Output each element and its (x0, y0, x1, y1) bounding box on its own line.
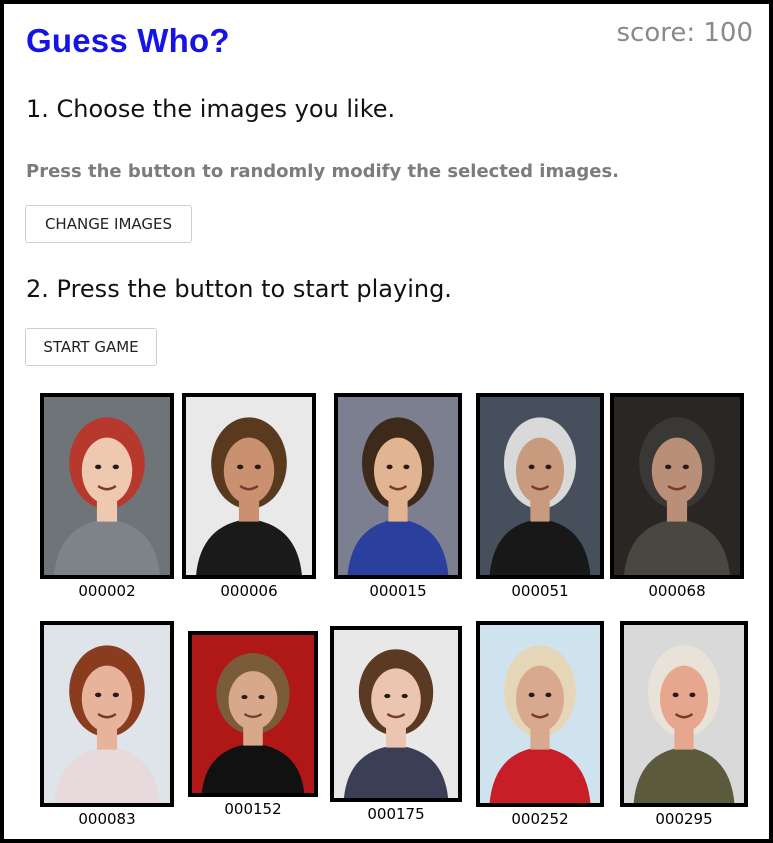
score-display: score: 100 (616, 18, 753, 48)
image-card: 000051 (473, 393, 607, 600)
step1-heading: 1. Choose the images you like. (26, 95, 396, 123)
portrait-image[interactable] (620, 621, 748, 807)
image-card: 000006 (182, 393, 316, 600)
image-id-label: 000002 (78, 582, 136, 600)
image-id-label: 000015 (369, 582, 427, 600)
image-id-label: 000006 (220, 582, 278, 600)
portrait-icon (186, 397, 312, 575)
portrait-image[interactable] (330, 626, 462, 802)
portrait-icon (44, 397, 170, 575)
image-card: 000083 (40, 621, 174, 828)
image-id-label: 000083 (78, 810, 136, 828)
portrait-icon (614, 397, 740, 575)
portrait-image[interactable] (334, 393, 462, 579)
portrait-icon (44, 625, 170, 803)
image-id-label: 000175 (367, 805, 425, 823)
portrait-icon (192, 635, 314, 793)
image-card: 000068 (610, 393, 744, 600)
image-id-label: 000051 (511, 582, 569, 600)
portrait-image[interactable] (476, 621, 604, 807)
image-card: 000015 (331, 393, 465, 600)
portrait-icon (480, 625, 600, 803)
app-title: Guess Who? (26, 22, 230, 59)
portrait-image[interactable] (188, 631, 318, 797)
image-id-label: 000068 (648, 582, 706, 600)
portrait-image[interactable] (610, 393, 744, 579)
step2-heading: 2. Press the button to start playing. (26, 275, 452, 303)
portrait-image[interactable] (40, 393, 174, 579)
score-label: score: 100 (616, 18, 753, 48)
portrait-image[interactable] (40, 621, 174, 807)
portrait-icon (334, 630, 458, 798)
image-card: 000152 (186, 631, 320, 818)
image-id-label: 000252 (511, 810, 569, 828)
image-id-label: 000152 (224, 800, 282, 818)
app-frame: Guess Who? score: 100 1. Choose the imag… (0, 0, 773, 843)
portrait-image[interactable] (182, 393, 316, 579)
image-id-label: 000295 (655, 810, 713, 828)
change-images-button[interactable]: CHANGE IMAGES (25, 205, 192, 243)
image-card: 000002 (40, 393, 174, 600)
portrait-icon (338, 397, 458, 575)
start-game-button[interactable]: START GAME (25, 328, 157, 366)
image-card: 000295 (617, 621, 751, 828)
portrait-icon (480, 397, 600, 575)
portrait-icon (624, 625, 744, 803)
image-card: 000252 (473, 621, 607, 828)
portrait-image[interactable] (476, 393, 604, 579)
image-card: 000175 (329, 626, 463, 823)
step1-hint: Press the button to randomly modify the … (26, 161, 620, 182)
